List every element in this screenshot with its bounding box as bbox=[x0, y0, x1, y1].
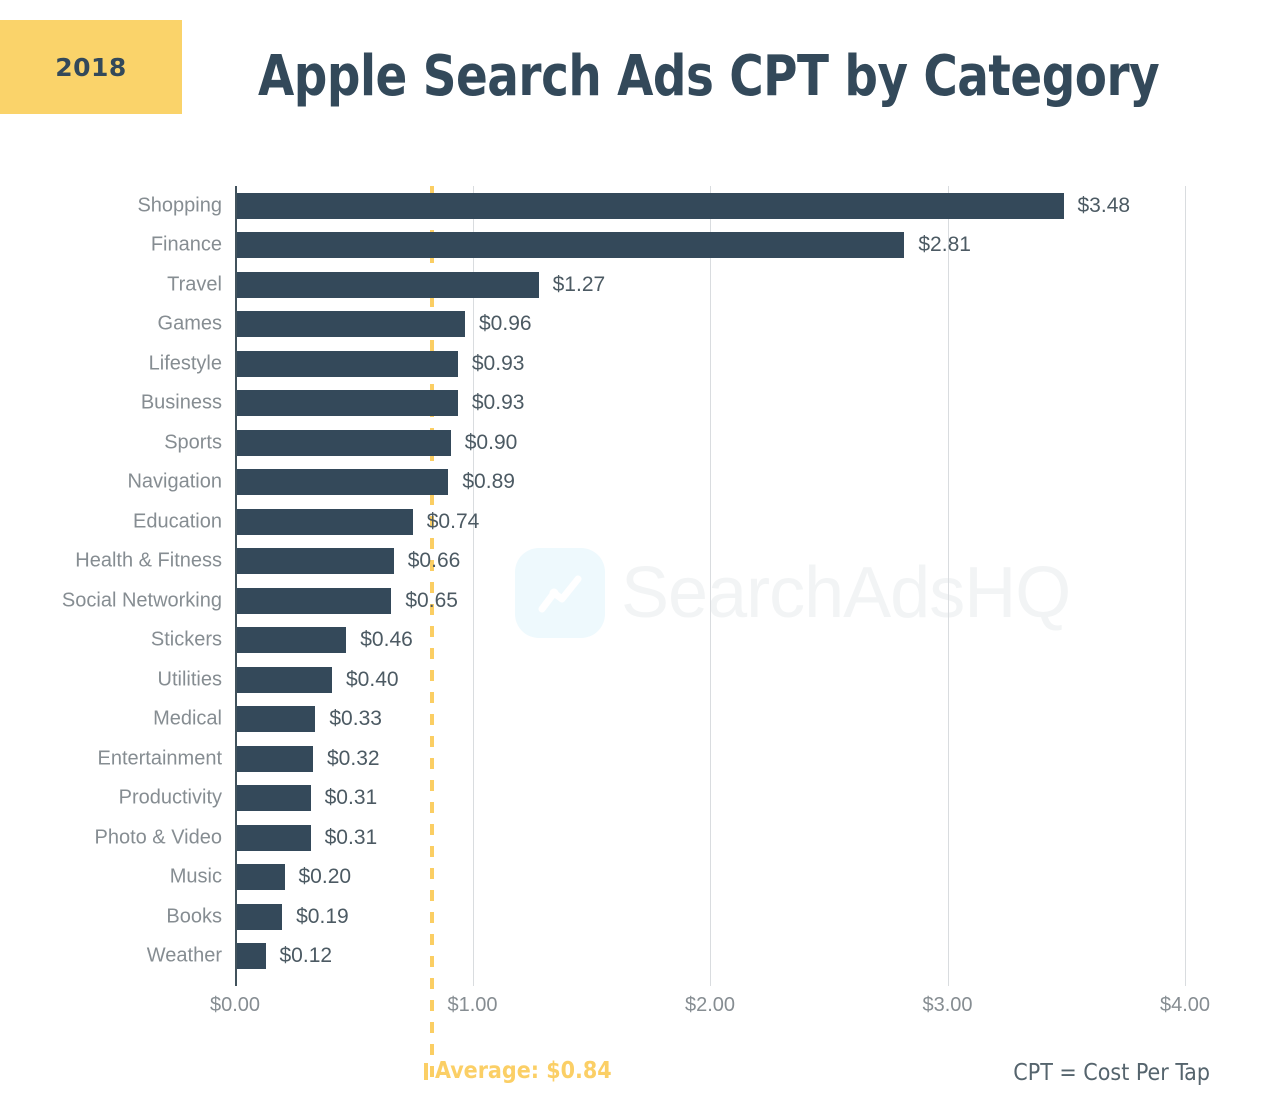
bar-row: Books $0.19 bbox=[0, 897, 1262, 937]
bar-row: Stickers $0.46 bbox=[0, 621, 1262, 661]
category-label: Business bbox=[140, 391, 222, 414]
bar bbox=[237, 903, 283, 930]
bar bbox=[237, 745, 313, 772]
bar-row: Music $0.20 bbox=[0, 858, 1262, 898]
chart-plot-area: SearchAdsHQ Shopping $3.48 Finance $2.81 Tra… bbox=[0, 0, 1262, 1104]
bar-value-label: $0.31 bbox=[324, 786, 378, 810]
bar-row: Lifestyle $0.93 bbox=[0, 344, 1262, 384]
bar-row: Photo & Video $0.31 bbox=[0, 818, 1262, 858]
bar-row: Navigation $0.89 bbox=[0, 463, 1262, 503]
bar-row: Sports $0.90 bbox=[0, 423, 1262, 463]
bar-row: Weather $0.12 bbox=[0, 937, 1262, 977]
category-label: Books bbox=[166, 905, 222, 928]
average-annotation-label: Average: $0.84 bbox=[435, 1058, 612, 1084]
category-label: Health & Fitness bbox=[75, 549, 222, 572]
category-label: Travel bbox=[167, 273, 222, 296]
cpt-definition-note: CPT = Cost Per Tap bbox=[1013, 1060, 1210, 1086]
bar bbox=[237, 271, 539, 298]
bar bbox=[237, 706, 316, 733]
category-label: Sports bbox=[164, 431, 222, 454]
bar-value-label: $0.40 bbox=[346, 667, 399, 691]
category-label: Finance bbox=[150, 233, 222, 256]
bar-row: Shopping $3.48 bbox=[0, 186, 1262, 226]
category-label: Games bbox=[157, 312, 222, 335]
bar-value-label: $0.31 bbox=[324, 825, 378, 849]
bar bbox=[237, 311, 465, 338]
bar bbox=[237, 350, 458, 377]
bar-row: Education $0.74 bbox=[0, 502, 1262, 542]
bar-row: Games $0.96 bbox=[0, 305, 1262, 345]
x-axis-tick-label: $2.00 bbox=[684, 994, 736, 1016]
average-annotation: Average: $0.84 bbox=[424, 1058, 612, 1084]
category-label: Utilities bbox=[157, 668, 222, 691]
bar-value-label: $0.20 bbox=[298, 865, 352, 889]
bar bbox=[237, 390, 458, 417]
bar-value-label: $0.89 bbox=[462, 470, 515, 494]
x-axis-tick-label: $0.00 bbox=[209, 994, 261, 1016]
bar bbox=[237, 785, 311, 812]
category-label: Social Networking bbox=[61, 589, 222, 612]
bar bbox=[237, 429, 451, 456]
bar bbox=[237, 192, 1064, 219]
bar-row: Utilities $0.40 bbox=[0, 660, 1262, 700]
bar-value-label: $0.90 bbox=[464, 430, 518, 454]
bar-row: Finance $2.81 bbox=[0, 226, 1262, 266]
bar-value-label: $0.93 bbox=[471, 351, 525, 375]
bar-value-label: $0.74 bbox=[426, 509, 480, 533]
bar-value-label: $0.32 bbox=[327, 746, 380, 770]
category-label: Stickers bbox=[150, 628, 222, 651]
x-axis-tick-label: $1.00 bbox=[447, 994, 498, 1016]
bar-value-label: $3.48 bbox=[1077, 193, 1131, 217]
bar-row: Business $0.93 bbox=[0, 384, 1262, 424]
bar-row: Health & Fitness $0.66 bbox=[0, 542, 1262, 582]
category-label: Shopping bbox=[137, 194, 222, 217]
bar-value-label: $0.46 bbox=[360, 628, 413, 652]
category-label: Lifestyle bbox=[148, 352, 222, 375]
bar-rows: Shopping $3.48 Finance $2.81 Travel $1.27 Game… bbox=[0, 186, 1262, 976]
bar-row: Social Networking $0.65 bbox=[0, 581, 1262, 621]
bar bbox=[237, 627, 347, 654]
bar-value-label: $1.27 bbox=[552, 272, 606, 296]
bar bbox=[237, 587, 392, 614]
bar-value-label: $0.66 bbox=[407, 549, 461, 573]
bar bbox=[237, 469, 449, 496]
bar bbox=[237, 666, 332, 693]
bar-value-label: $0.33 bbox=[329, 707, 382, 731]
bar-value-label: $0.96 bbox=[479, 312, 532, 336]
bar bbox=[237, 548, 394, 575]
category-label: Entertainment bbox=[97, 747, 222, 770]
category-label: Music bbox=[169, 865, 222, 888]
bar bbox=[237, 864, 285, 891]
bar-value-label: $0.65 bbox=[405, 588, 458, 612]
bar-value-label: $0.19 bbox=[296, 904, 349, 928]
category-label: Weather bbox=[146, 944, 222, 967]
bar-row: Medical $0.33 bbox=[0, 700, 1262, 740]
x-axis-tick-label: $3.00 bbox=[922, 994, 973, 1016]
average-dash-icon bbox=[424, 1062, 428, 1080]
category-label: Photo & Video bbox=[94, 826, 222, 849]
bar-value-label: $0.93 bbox=[471, 391, 525, 415]
bar bbox=[237, 943, 266, 970]
category-label: Education bbox=[133, 510, 222, 533]
bar bbox=[237, 232, 905, 259]
bar bbox=[237, 824, 311, 851]
bar-row: Productivity $0.31 bbox=[0, 779, 1262, 819]
bar-row: Entertainment $0.32 bbox=[0, 739, 1262, 779]
category-label: Productivity bbox=[118, 786, 222, 809]
category-label: Medical bbox=[153, 707, 222, 730]
bar bbox=[237, 508, 413, 535]
bar-value-label: $0.12 bbox=[279, 944, 333, 968]
bar-value-label: $2.81 bbox=[918, 233, 971, 257]
category-label: Navigation bbox=[127, 470, 222, 493]
x-axis-tick-label: $4.00 bbox=[1159, 994, 1211, 1016]
bar-row: Travel $1.27 bbox=[0, 265, 1262, 305]
